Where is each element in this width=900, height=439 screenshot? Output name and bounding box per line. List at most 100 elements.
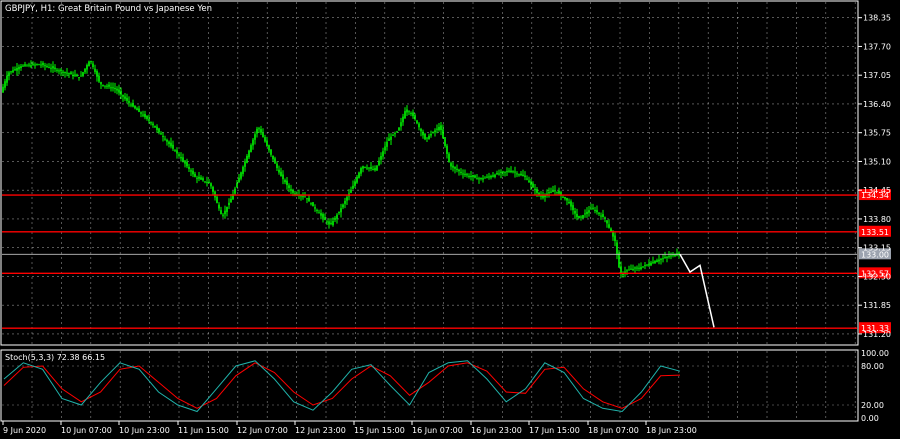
candle-body — [256, 128, 258, 134]
candle-body — [184, 160, 186, 164]
candle-body — [146, 116, 148, 119]
candle-body — [534, 188, 536, 191]
candle-body — [626, 270, 628, 272]
candle-body — [414, 115, 416, 120]
candle-body — [254, 134, 256, 140]
candle-body — [144, 113, 146, 118]
candle-body — [408, 111, 410, 113]
candle-body — [202, 178, 204, 181]
candle-body — [84, 68, 86, 73]
candle-body — [16, 68, 18, 71]
candle-body — [70, 72, 72, 75]
candle-body — [364, 166, 366, 168]
candle-body — [468, 175, 470, 177]
price-tick-label: 131.20 — [863, 330, 891, 339]
candle-body — [10, 71, 12, 73]
price-chart[interactable]: 134.34133.51132.57131.33133.00 138.35137… — [0, 0, 900, 439]
candle-body — [306, 198, 308, 200]
candle-body — [526, 178, 528, 180]
time-tick-label: 16 Jun 23:00 — [471, 426, 522, 435]
candle-body — [52, 66, 54, 69]
candle-body — [140, 112, 142, 114]
candle-body — [656, 260, 658, 263]
candle-body — [160, 133, 162, 135]
candle-body — [358, 172, 360, 178]
candle-body — [186, 162, 188, 167]
candle-body — [8, 72, 10, 77]
candle-body — [604, 217, 606, 219]
candle-body — [406, 109, 408, 113]
price-tick-label: 135.75 — [863, 129, 891, 138]
candle-body — [182, 157, 184, 161]
candle-body — [142, 114, 144, 116]
candle-body — [548, 192, 550, 194]
candle-body — [412, 112, 414, 117]
candle-body — [226, 206, 228, 212]
candle-body — [518, 174, 520, 176]
candle-body — [242, 166, 244, 174]
candle-body — [424, 133, 426, 140]
candle-body — [66, 72, 68, 74]
candle-body — [294, 193, 296, 195]
candle-body — [346, 197, 348, 201]
candle-body — [592, 207, 594, 209]
candle-body — [506, 171, 508, 173]
candle-body — [434, 130, 436, 133]
candle-body — [76, 74, 78, 77]
candle-body — [208, 181, 210, 184]
candle-body — [340, 208, 342, 213]
candle-body — [148, 119, 150, 121]
candle-body — [664, 257, 666, 259]
candle-body — [72, 75, 74, 77]
candle-body — [452, 165, 454, 168]
stoch-tick-label: 80.00 — [861, 362, 884, 371]
candle-body — [128, 101, 130, 103]
candle-body — [32, 63, 34, 65]
candle-body — [210, 183, 212, 187]
candle-body — [536, 189, 538, 193]
candle-body — [508, 170, 510, 172]
candle-body — [82, 72, 84, 76]
candle-body — [640, 267, 642, 270]
candle-body — [486, 176, 488, 178]
candle-body — [398, 127, 400, 131]
candle-body — [670, 255, 672, 257]
candle-body — [60, 69, 62, 72]
candle-body — [372, 168, 374, 170]
candle-body — [4, 81, 6, 88]
time-tick-label: 17 Jun 15:00 — [529, 426, 580, 435]
candle-body — [458, 169, 460, 172]
price-tick-label: 132.50 — [863, 272, 891, 281]
candle-body — [478, 178, 480, 180]
candle-body — [344, 200, 346, 204]
candle-body — [224, 210, 226, 215]
candle-body — [114, 88, 116, 90]
price-tick-label: 131.85 — [863, 301, 891, 310]
candle-body — [58, 70, 60, 72]
candle-body — [322, 214, 324, 218]
candle-body — [590, 208, 592, 210]
candle-body — [28, 64, 30, 66]
price-tick-label: 137.70 — [863, 42, 891, 51]
candle-body — [342, 204, 344, 208]
candle-body — [470, 175, 472, 177]
candle-body — [392, 134, 394, 136]
candle-body — [388, 138, 390, 141]
candle-body — [356, 176, 358, 183]
candle-body — [250, 145, 252, 152]
price-tick-label: 133.15 — [863, 244, 891, 253]
candle-body — [450, 163, 452, 167]
candle-body — [650, 262, 652, 266]
candle-body — [170, 142, 172, 147]
candle-body — [20, 66, 22, 68]
candle-body — [482, 178, 484, 180]
candle-body — [166, 139, 168, 142]
candle-body — [92, 63, 94, 68]
candle-body — [476, 178, 478, 180]
candle-body — [158, 128, 160, 133]
candle-body — [510, 170, 512, 172]
candle-body — [402, 116, 404, 123]
time-tick-label: 9 Jun 2020 — [3, 426, 46, 435]
candle-body — [292, 190, 294, 193]
candle-body — [382, 151, 384, 157]
